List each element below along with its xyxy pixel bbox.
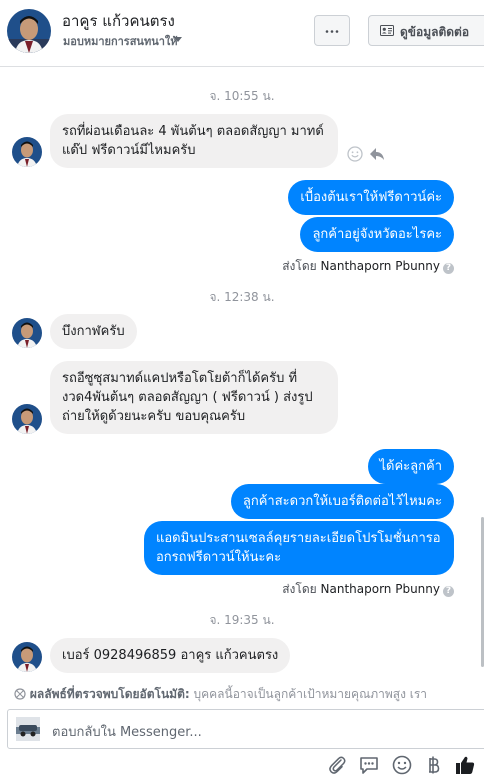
reply-composer: ตอบกลับใน Messenger... [0,703,484,783]
smile-icon[interactable] [347,146,363,162]
incoming-message[interactable]: รถที่ผ่อนเดือนละ 4 พันต้นๆ ตลอดสัญญา มาท… [50,114,338,168]
sent-by-name[interactable]: Nanthaporn Pbunny [321,582,440,596]
caret-down-icon[interactable] [172,33,184,45]
sender-avatar[interactable] [12,404,42,434]
help-icon[interactable]: ? [443,263,454,274]
reply-icon[interactable] [369,146,385,162]
sender-avatar[interactable] [12,642,42,672]
page-avatar [16,717,40,741]
insight-icon [14,688,26,700]
outgoing-message[interactable]: ลูกค้าอยู่จังหวัดอะไรคะ [300,217,454,252]
baht-icon[interactable] [422,754,444,776]
saved-reply-icon[interactable] [358,754,380,776]
assign-conversation-label[interactable]: มอบหมายการสนทนาให้ [63,32,178,50]
sent-by-prefix: ส่งโดย [282,259,317,273]
lead-insight-notice: ผลลัพธ์ที่ตรวจพบโดยอัตโนมัติ: บุคคลนี้อา… [14,685,484,703]
timestamp: จ. 10:55 น. [209,89,275,103]
incoming-message[interactable]: เบอร์ 0928496859 อาคูร แก้วคนตรง [50,638,291,673]
reply-input-box[interactable]: ตอบกลับใน Messenger... [7,709,484,749]
reply-input[interactable]: ตอบกลับใน Messenger... [52,721,202,742]
like-icon[interactable] [454,754,476,776]
view-contact-info-button[interactable]: ดูข้อมูลติดต่อ [368,15,484,46]
sender-avatar[interactable] [12,318,42,348]
sent-by-label: ส่งโดย Nanthaporn Pbunny? [282,257,454,276]
notice-text: บุคคลนี้อาจเป็นลูกค้าเป้าหมายคุณภาพสูง เ… [189,687,428,701]
contact-name[interactable]: อาคูร แก้วคนตรง [62,9,175,33]
incoming-message[interactable]: บึงกาฬครับ [50,314,137,349]
timestamp: จ. 12:38 น. [209,290,275,304]
sender-avatar[interactable] [12,137,42,167]
sent-by-label: ส่งโดย Nanthaporn Pbunny? [282,580,454,599]
incoming-message[interactable]: รถอีซูซุสมาทด์แคปหรือโตโยต้าก็ได้ครับ ที… [50,361,338,434]
message-thread[interactable]: จ. 10:55 น. รถที่ผ่อนเดือนละ 4 พันต้นๆ ต… [0,67,484,703]
more-icon [325,30,339,33]
contact-avatar[interactable] [7,9,51,53]
outgoing-message[interactable]: เบื้องต้นเราให้ฟรีดาวน์ค่ะ [288,180,454,215]
view-contact-info-label: ดูข้อมูลติดต่อ [400,25,470,39]
more-options-button[interactable] [314,15,350,46]
sent-by-prefix: ส่งโดย [282,582,317,596]
notice-title: ผลลัพธ์ที่ตรวจพบโดยอัตโนมัติ: [29,687,190,701]
help-icon[interactable]: ? [443,586,454,597]
outgoing-message[interactable]: ได้ค่ะลูกค้า [367,449,454,484]
conversation-header: อาคูร แก้วคนตรง มอบหมายการสนทนาให้ ดูข้อ… [0,0,484,67]
sent-by-name[interactable]: Nanthaporn Pbunny [321,259,440,273]
timestamp: จ. 19:35 น. [209,613,275,627]
emoji-icon[interactable] [391,754,413,776]
outgoing-message[interactable]: แอดมินประสานเซลล์คุยรายละเอียดโปรโมชั่นก… [144,521,454,575]
outgoing-message[interactable]: ลูกค้าสะดวกให้เบอร์ติดต่อไว้ไหมคะ [230,484,454,519]
attachment-icon[interactable] [326,754,348,776]
contact-card-icon [380,25,394,36]
